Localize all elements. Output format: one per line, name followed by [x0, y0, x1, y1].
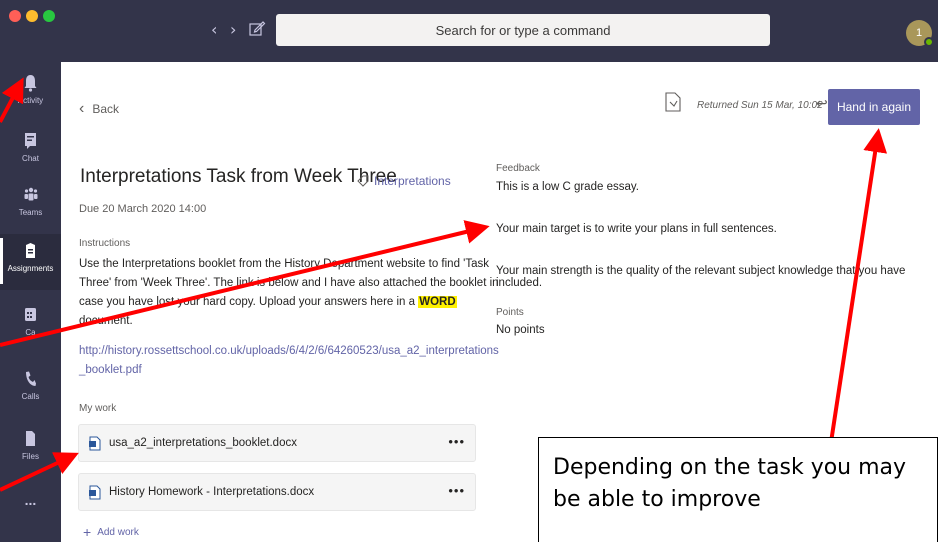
- work-item[interactable]: usa_a2_interpretations_booklet.docx •••: [78, 424, 476, 462]
- add-work-label: Add work: [97, 526, 139, 538]
- compose-icon[interactable]: [248, 20, 266, 38]
- instructions-highlight: WORD: [418, 296, 457, 308]
- rail-item-calendar[interactable]: Ca: [0, 298, 61, 354]
- due-date: Due 20 March 2020 14:00: [79, 203, 207, 215]
- assignments-icon: [26, 243, 35, 258]
- instructions-part: document.: [79, 315, 133, 327]
- title-bar: ‹ › Search for or type a command 1: [0, 0, 938, 62]
- annotation-callout: Depending on the task you may be able to…: [538, 437, 938, 542]
- close-window-button[interactable]: [9, 10, 21, 22]
- hand-in-again-button[interactable]: Hand in again: [828, 89, 920, 125]
- my-work-label: My work: [79, 403, 117, 414]
- feedback-line: This is a low C grade essay.: [496, 181, 639, 193]
- add-work-button[interactable]: + Add work: [83, 524, 139, 540]
- more-icon: ...: [24, 492, 37, 508]
- chat-icon: [25, 133, 36, 149]
- word-doc-icon: [89, 485, 101, 500]
- resource-link[interactable]: http://history.rossettschool.co.uk/uploa…: [79, 342, 499, 380]
- file-name: History Homework - Interpretations.docx: [109, 486, 315, 498]
- chevron-left-icon: ‹: [79, 100, 85, 117]
- undo-icon[interactable]: ↩: [816, 95, 828, 112]
- history-back-icon[interactable]: ‹: [211, 20, 217, 39]
- zoom-window-button[interactable]: [43, 10, 55, 22]
- rail-item-chat[interactable]: Chat: [0, 124, 61, 180]
- rail-label: Files: [22, 452, 39, 461]
- points-value: No points: [496, 324, 545, 336]
- teams-icon: [24, 187, 38, 201]
- app-rail: Activity Chat Teams Assignments Ca Calls…: [0, 62, 61, 542]
- work-item[interactable]: History Homework - Interpretations.docx …: [78, 473, 476, 511]
- rail-label: Teams: [18, 208, 43, 217]
- files-icon: [26, 431, 35, 446]
- instructions-label: Instructions: [79, 238, 131, 249]
- page-title: Interpretations Task from Week Three: [80, 166, 397, 187]
- rail-label: Chat: [22, 154, 39, 163]
- tag-icon: [357, 175, 369, 187]
- rail-label: Ca: [25, 328, 36, 337]
- points-label: Points: [496, 307, 524, 318]
- bell-icon: [24, 75, 37, 92]
- open-document-icon[interactable]: [664, 92, 682, 112]
- file-name: usa_a2_interpretations_booklet.docx: [109, 437, 297, 449]
- word-doc-icon: [89, 436, 101, 451]
- feedback-line: Your main target is to write your plans …: [496, 223, 777, 235]
- back-label: Back: [92, 102, 120, 116]
- search-input[interactable]: Search for or type a command: [276, 14, 770, 46]
- rail-label: Calls: [21, 392, 40, 401]
- instructions-text: Use the Interpretations booklet from the…: [79, 255, 499, 331]
- history-forward-icon[interactable]: ›: [230, 20, 236, 39]
- rail-label: Assignments: [7, 264, 54, 273]
- plus-icon: +: [83, 524, 92, 540]
- rail-item-files[interactable]: Files: [0, 422, 61, 478]
- returned-status: Returned Sun 15 Mar, 10:02: [697, 100, 823, 111]
- back-link[interactable]: ‹ Back: [79, 100, 119, 118]
- rail-item-more[interactable]: ...: [0, 488, 61, 542]
- more-options-icon[interactable]: •••: [448, 434, 465, 449]
- calendar-icon: [25, 308, 36, 321]
- category-tag[interactable]: Interpretations: [357, 174, 451, 188]
- minimize-window-button[interactable]: [26, 10, 38, 22]
- tag-label: Interpretations: [374, 174, 451, 188]
- feedback-label: Feedback: [496, 163, 540, 174]
- rail-item-assignments[interactable]: Assignments: [0, 234, 61, 290]
- more-options-icon[interactable]: •••: [448, 483, 465, 498]
- phone-icon: [26, 371, 36, 386]
- feedback-line: Your main strength is the quality of the…: [496, 265, 906, 289]
- rail-label: Activity: [17, 96, 44, 105]
- rail-item-teams[interactable]: Teams: [0, 178, 61, 234]
- presence-status-icon: [924, 37, 934, 47]
- rail-item-calls[interactable]: Calls: [0, 362, 61, 418]
- rail-item-activity[interactable]: Activity: [0, 66, 61, 122]
